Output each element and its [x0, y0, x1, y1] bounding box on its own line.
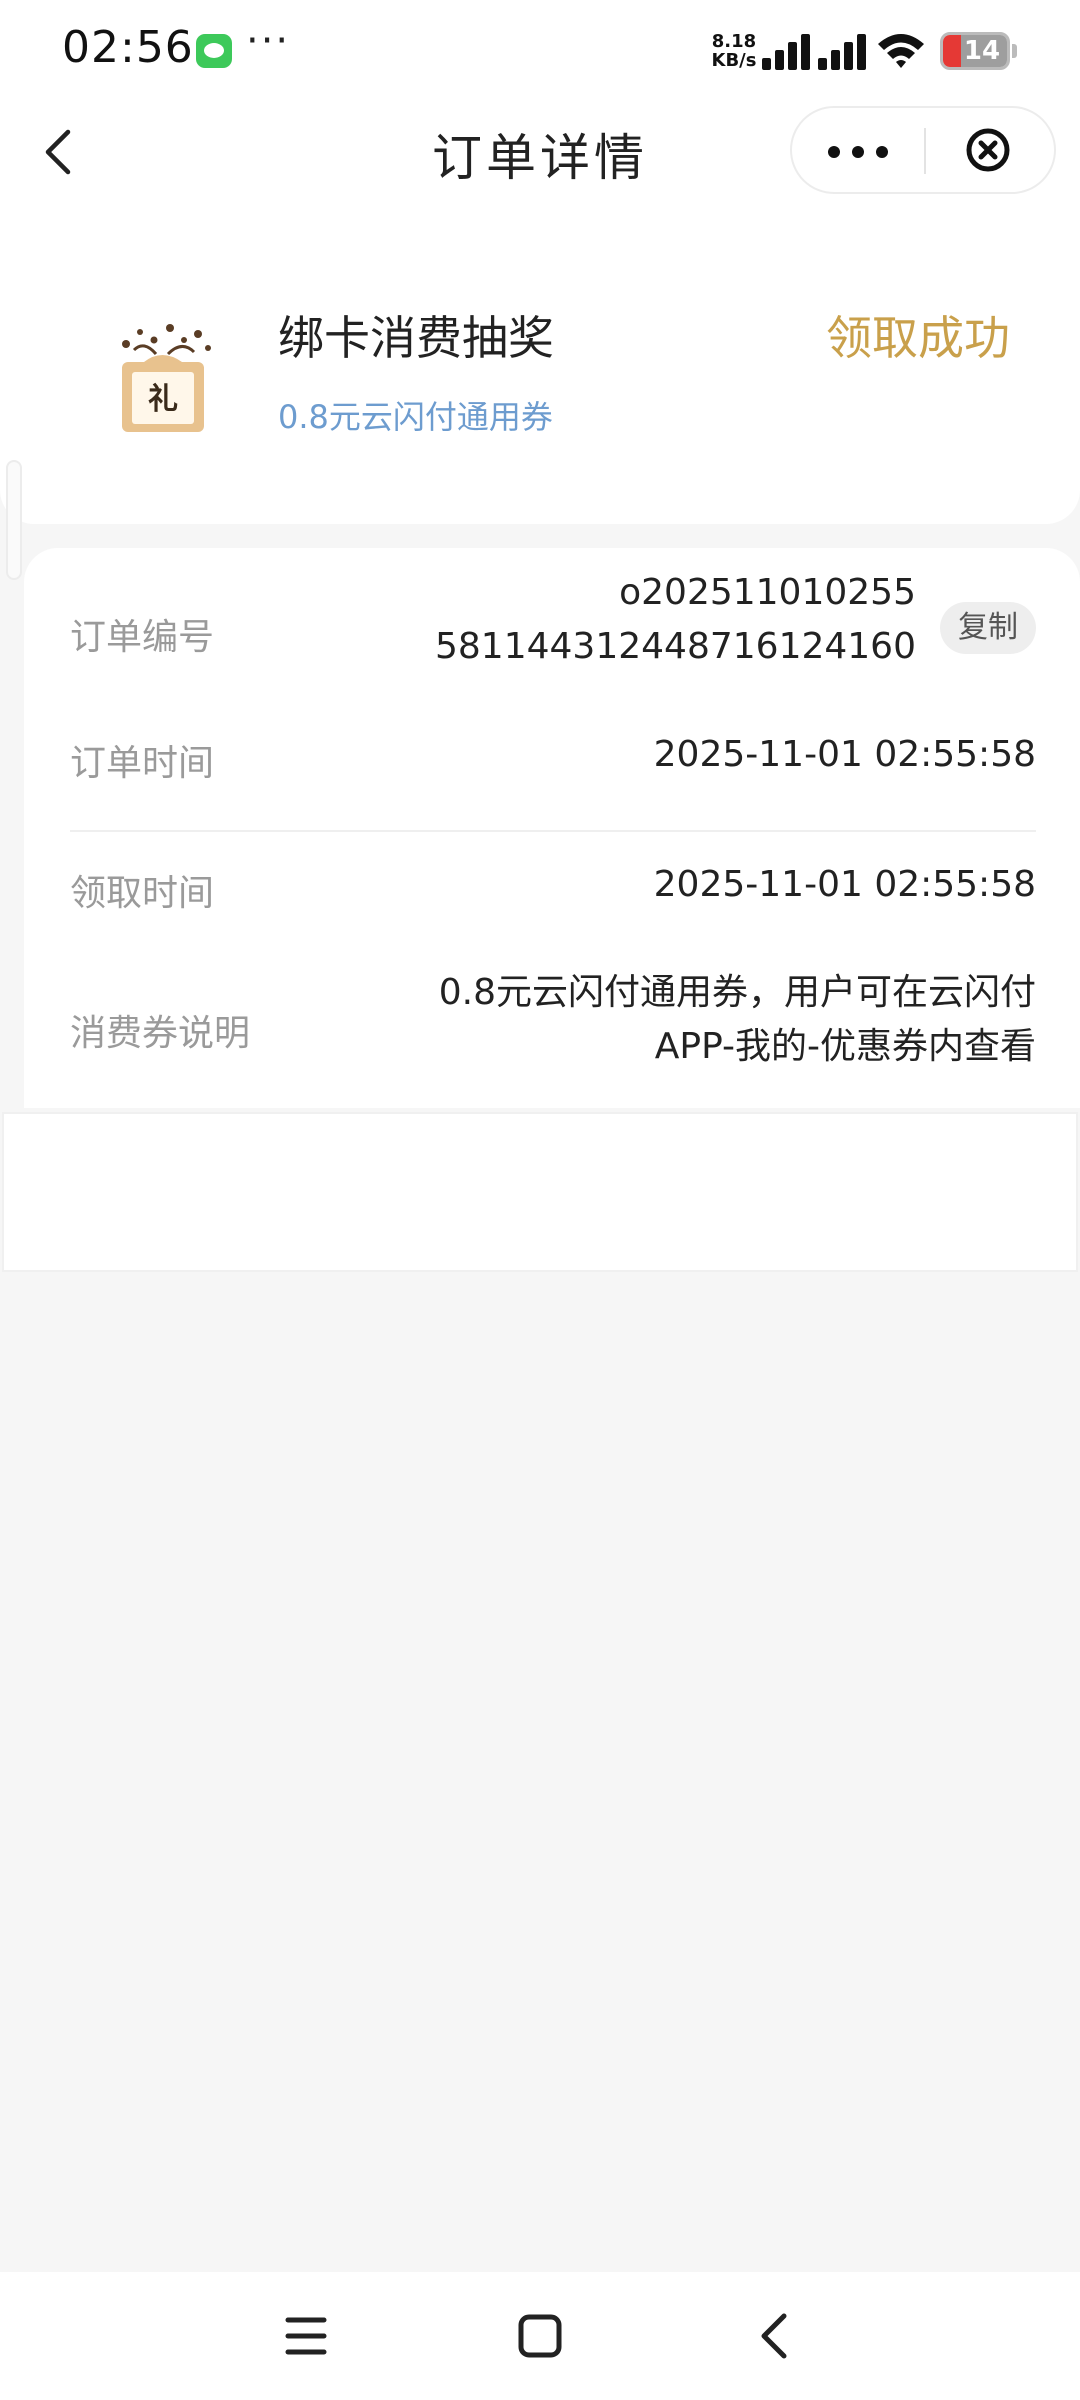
battery-icon: 14 [940, 32, 1010, 70]
battery-level: 14 [963, 36, 1001, 66]
recent-apps-button[interactable] [246, 2272, 366, 2400]
empty-panel [2, 1112, 1078, 1272]
order-number-label: 订单编号 [70, 617, 215, 658]
network-speed-unit: KB/s [711, 50, 757, 71]
coupon-description-label: 消费券说明 [70, 1013, 251, 1054]
signal-sim2-icon [818, 34, 872, 70]
battery-cap [1012, 44, 1017, 58]
prize-title: 绑卡消费抽奖 [278, 311, 554, 365]
dot-icon [876, 146, 888, 158]
network-speed-value: 8.18 [711, 31, 757, 52]
order-number-line2: 581144312448716124160 [435, 626, 916, 667]
order-time-label: 订单时间 [70, 743, 215, 784]
coupon-description-line2: APP-我的-优惠券内查看 [654, 1026, 1036, 1067]
coupon-description-row: 消费券说明 0.8元云闪付通用券，用户可在云闪付 APP-我的-优惠券内查看 [70, 966, 1036, 1096]
wifi-icon [878, 34, 924, 68]
dot-icon [828, 146, 840, 158]
order-detail-card: 订单编号 o202511010255 581144312448716124160… [24, 548, 1080, 1108]
side-handle[interactable] [6, 460, 22, 580]
coupon-description-line1: 0.8元云闪付通用券，用户可在云闪付 [438, 972, 1036, 1013]
home-button[interactable] [480, 2272, 600, 2400]
gift-box-icon: 礼 [122, 324, 211, 432]
claim-time-label: 领取时间 [70, 873, 215, 914]
close-miniapp-button[interactable] [926, 108, 1056, 192]
prize-subtitle: 0.8元云闪付通用券 [278, 398, 553, 436]
navigation-bar: 订单详情 [0, 104, 1080, 214]
claim-time-row: 领取时间 2025-11-01 02:55:58 [70, 844, 1036, 934]
prize-status: 领取成功 [826, 311, 1010, 365]
prize-card: 礼 绑卡消费抽奖 0.8元云闪付通用券 领取成功 [0, 214, 1080, 524]
status-bar: 02:56 ··· 8.18 KB/s 14 [0, 0, 1080, 104]
order-number-value: o202511010255 581144312448716124160 [435, 566, 916, 674]
signal-sim1-icon [762, 34, 816, 70]
order-time-row: 订单时间 2025-11-01 02:55:58 [70, 714, 1036, 804]
claim-time-value: 2025-11-01 02:55:58 [653, 864, 1036, 905]
status-time: 02:56 [62, 22, 194, 73]
network-speed: 8.18 KB/s [710, 32, 758, 70]
menu-icon [285, 2317, 327, 2355]
chevron-left-icon [761, 2313, 787, 2359]
coupon-description-value: 0.8元云闪付通用券，用户可在云闪付 APP-我的-优惠券内查看 [439, 966, 1036, 1074]
more-notifications-icon: ··· [246, 18, 291, 64]
gift-glyph: 礼 [148, 382, 178, 417]
miniapp-capsule [790, 106, 1056, 194]
system-navigation-bar [0, 2272, 1080, 2400]
order-number-line1: o202511010255 [619, 572, 916, 613]
order-time-value: 2025-11-01 02:55:58 [653, 734, 1036, 775]
system-back-button[interactable] [714, 2272, 834, 2400]
close-circle-icon [966, 128, 1010, 172]
message-app-icon [196, 34, 232, 68]
row-divider [70, 830, 1036, 832]
more-options-button[interactable] [792, 108, 924, 192]
square-home-icon [518, 2314, 562, 2358]
copy-button[interactable]: 复制 [940, 602, 1036, 654]
dot-icon [852, 146, 864, 158]
order-number-row: 订单编号 o202511010255 581144312448716124160… [70, 558, 1036, 688]
